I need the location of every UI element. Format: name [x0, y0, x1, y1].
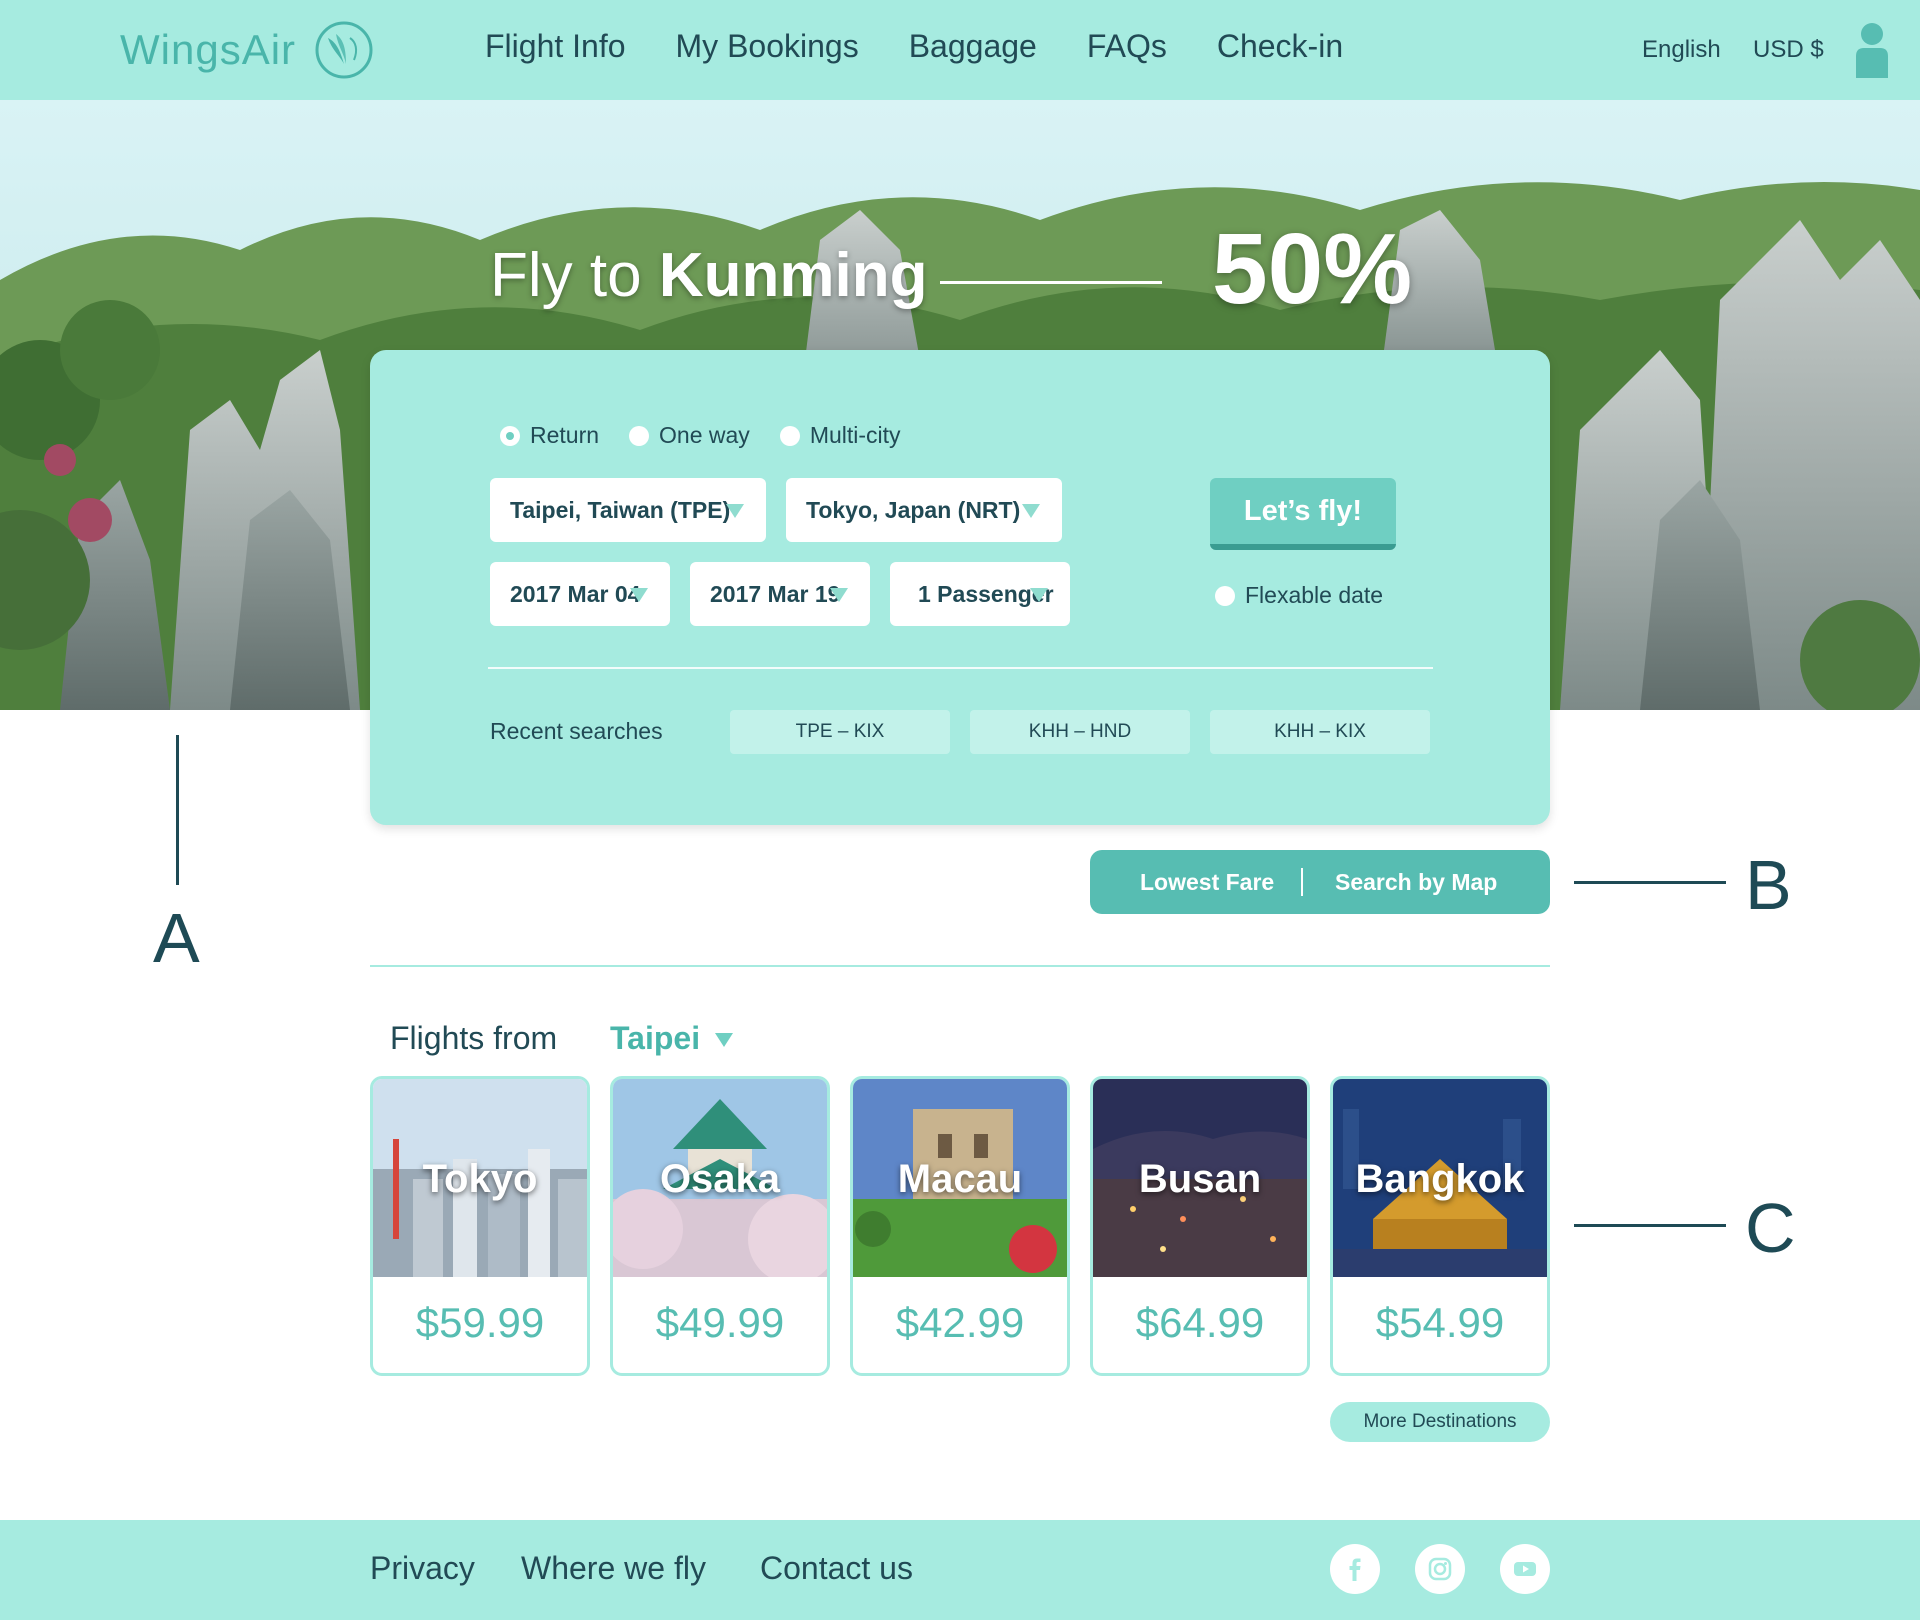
trip-type-options: Return One way Multi-city — [500, 422, 931, 449]
hero-divider — [940, 281, 1162, 284]
main-nav: Flight Info My Bookings Baggage FAQs Che… — [485, 28, 1393, 65]
chevron-down-icon — [1022, 504, 1040, 518]
nav-baggage[interactable]: Baggage — [909, 28, 1037, 65]
language-selector[interactable]: English — [1642, 36, 1721, 64]
return-date-value: 2017 Mar 19 — [710, 580, 841, 607]
trip-type-label: Multi-city — [809, 422, 901, 448]
radio-unselected[interactable] — [629, 425, 650, 446]
origin-value: Taipei, Taiwan (TPE) — [510, 496, 731, 523]
radio-selected[interactable] — [500, 425, 520, 446]
user-account-icon[interactable] — [1852, 22, 1892, 78]
destination-city-name: Tokyo — [422, 1157, 538, 1201]
trip-type-one-way[interactable]: One way — [629, 422, 750, 449]
footer-contact-link[interactable]: Contact us — [760, 1550, 913, 1587]
radio-unselected[interactable] — [779, 425, 800, 446]
brand-name: WingsAir — [120, 26, 297, 73]
flexible-date-label: Flexable date — [1245, 582, 1384, 608]
annotation-c-line — [1574, 1224, 1726, 1227]
wing-logo-icon — [315, 21, 373, 79]
facebook-icon[interactable] — [1330, 1544, 1380, 1594]
search-by-map-option[interactable]: Search by Map — [1335, 869, 1497, 896]
flights-from-label: Flights from — [390, 1020, 558, 1056]
annotation-a-line — [176, 735, 179, 885]
nav-flight-info[interactable]: Flight Info — [485, 28, 626, 65]
recent-searches-label: Recent searches — [490, 718, 663, 744]
lets-fly-button[interactable]: Let’s fly! — [1210, 478, 1396, 550]
origin-city-dropdown[interactable]: Taipei — [610, 1020, 700, 1057]
brand-logo[interactable]: WingsAir — [120, 18, 374, 82]
origin-select[interactable]: Taipei, Taiwan (TPE) — [490, 478, 766, 542]
hero-title: Fly to Kunming — [490, 240, 927, 311]
trip-type-multi-city[interactable]: Multi-city — [779, 422, 901, 449]
trip-type-label: Return — [530, 422, 600, 448]
annotation-a-label: A — [153, 899, 200, 977]
destination-price: $59.99 — [415, 1299, 545, 1346]
instagram-icon[interactable] — [1415, 1544, 1465, 1594]
hero-title-city: Kunming — [658, 241, 928, 310]
flight-search-panel: Return One way Multi-city Taipei, Taiwan… — [370, 350, 1550, 825]
nav-check-in[interactable]: Check-in — [1217, 28, 1343, 65]
destination-card-busan[interactable]: Busan $64.99 — [1090, 1076, 1310, 1376]
trip-type-label: One way — [659, 422, 750, 448]
destination-city-name: Bangkok — [1355, 1157, 1525, 1201]
lowest-fare-option[interactable]: Lowest Fare — [1140, 869, 1274, 896]
destination-city-name: Busan — [1138, 1157, 1262, 1201]
site-footer: Privacy Where we fly Contact us — [0, 1520, 1920, 1620]
panel-divider — [488, 667, 1433, 669]
destination-card-bangkok[interactable]: Bangkok $54.99 — [1330, 1076, 1550, 1376]
return-date-select[interactable]: 2017 Mar 19 — [690, 562, 870, 626]
top-header: WingsAir Flight Info My Bookings Baggage… — [0, 0, 1920, 100]
destination-city-name: Osaka — [659, 1157, 781, 1201]
flexible-date-radio[interactable] — [1215, 585, 1235, 606]
flexible-date-checkbox[interactable]: Flexable date — [1215, 582, 1383, 609]
footer-privacy-link[interactable]: Privacy — [370, 1550, 475, 1587]
recent-search-chip[interactable]: TPE – KIX — [730, 710, 950, 754]
section-divider — [370, 965, 1550, 967]
destination-city-name: Macau — [897, 1157, 1023, 1201]
annotation-b-label: B — [1745, 846, 1792, 924]
passengers-select[interactable]: 1 Passenger — [890, 562, 1070, 626]
recent-search-chip[interactable]: KHH – KIX — [1210, 710, 1430, 754]
annotation-b-line — [1574, 881, 1726, 884]
footer-where-we-fly-link[interactable]: Where we fly — [521, 1550, 706, 1587]
chevron-down-icon — [830, 588, 848, 602]
destination-card-tokyo[interactable]: Tokyo $59.99 — [370, 1076, 590, 1376]
annotation-c-label: C — [1745, 1189, 1796, 1267]
destination-price: $64.99 — [1135, 1299, 1265, 1346]
destination-card-macau[interactable]: Macau $42.99 — [850, 1076, 1070, 1376]
fare-search-toggle: Lowest Fare Search by Map — [1090, 850, 1550, 914]
destination-price: $49.99 — [655, 1299, 785, 1346]
more-destinations-button[interactable]: More Destinations — [1330, 1402, 1550, 1442]
chevron-down-icon — [1030, 588, 1048, 602]
toggle-divider — [1301, 868, 1303, 896]
destination-price: $42.99 — [895, 1299, 1025, 1346]
destination-price: $54.99 — [1375, 1299, 1505, 1346]
depart-date-select[interactable]: 2017 Mar 04 — [490, 562, 670, 626]
destination-select[interactable]: Tokyo, Japan (NRT) — [786, 478, 1062, 542]
chevron-down-icon — [630, 588, 648, 602]
hero-title-prefix: Fly to — [490, 241, 642, 310]
nav-faqs[interactable]: FAQs — [1087, 28, 1167, 65]
nav-my-bookings[interactable]: My Bookings — [676, 28, 859, 65]
chevron-down-icon — [726, 504, 744, 518]
trip-type-return[interactable]: Return — [500, 422, 599, 449]
destination-card-osaka[interactable]: Osaka $49.99 — [610, 1076, 830, 1376]
currency-selector[interactable]: USD $ — [1753, 36, 1824, 64]
destination-value: Tokyo, Japan (NRT) — [806, 496, 1021, 523]
hero-discount: 50% — [1212, 213, 1413, 325]
recent-search-chip[interactable]: KHH – HND — [970, 710, 1190, 754]
chevron-down-icon[interactable] — [715, 1033, 733, 1047]
depart-date-value: 2017 Mar 04 — [510, 580, 641, 607]
youtube-icon[interactable] — [1500, 1544, 1550, 1594]
